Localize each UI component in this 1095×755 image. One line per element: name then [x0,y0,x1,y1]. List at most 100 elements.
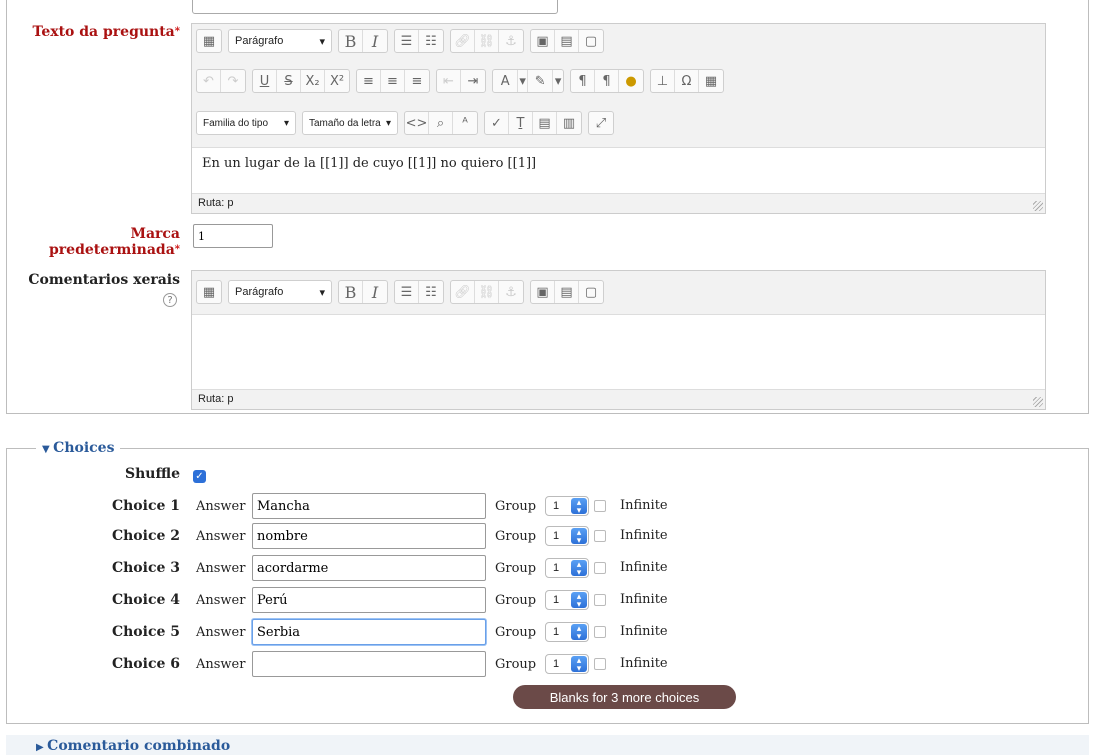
infinite-checkbox[interactable] [594,626,606,638]
link-icon[interactable]: 🔗︎ [451,30,475,52]
unlink-icon[interactable]: ⛓ [475,281,499,303]
chevron-down-icon[interactable]: ▾ [553,70,563,92]
answer-input[interactable] [252,555,486,581]
group-select[interactable]: 1 ▴ ▾ [545,526,589,546]
group-label: Group [495,499,537,514]
italic-icon[interactable]: I [363,30,387,52]
background-color-icon[interactable]: ✎ [528,70,554,92]
shuffle-checkbox[interactable]: ✓ [193,470,206,483]
undo-icon[interactable]: ↶ [197,70,221,92]
anchor-icon[interactable]: ⚓︎ [499,30,523,52]
general-feedback-content[interactable] [192,315,1045,385]
choice-label: Choice 1 [111,498,180,514]
file-manager-icon[interactable]: ▢ [579,281,603,303]
anchor-icon[interactable]: ⚓︎ [499,281,523,303]
paste-word-icon[interactable]: ▥ [557,112,581,134]
bullet-list-icon[interactable]: ☰ [395,30,419,52]
chevron-down-icon: ▾ [319,35,325,48]
resize-grip-icon[interactable] [1033,397,1043,407]
infinite-checkbox[interactable] [594,530,606,542]
format-select[interactable]: Parágrafo ▾ [228,280,332,304]
text-color-icon[interactable]: A [493,70,519,92]
group-select[interactable]: 1 ▴ ▾ [545,558,589,578]
font-family-select[interactable]: Familia do tipo ▾ [196,111,296,135]
align-left-icon[interactable]: ≡ [357,70,381,92]
answer-label: Answer [196,499,246,514]
numbered-list-icon[interactable]: ☷ [419,281,443,303]
answer-label: Answer [196,529,246,544]
infinite-checkbox[interactable] [594,594,606,606]
toolbar-toggle-icon[interactable]: ▦ [197,281,221,303]
answer-input[interactable] [252,587,486,613]
table-icon[interactable]: ▦ [699,70,723,92]
spellcheck-icon[interactable]: ✓ [485,112,509,134]
choices-legend-text: Choices [53,440,115,456]
ltr-icon[interactable]: ¶ [571,70,595,92]
numbered-list-icon[interactable]: ☷ [419,30,443,52]
rtl-icon[interactable]: ¶ [595,70,619,92]
editor-status-bar: Ruta: p [192,389,1045,409]
infinite-checkbox[interactable] [594,562,606,574]
bold-icon[interactable]: B [339,281,363,303]
editor-path: Ruta: p [198,393,234,405]
indent-icon[interactable]: ⇥ [461,70,485,92]
group-select[interactable]: 1 ▴ ▾ [545,496,589,516]
superscript-icon[interactable]: X² [325,70,349,92]
code-icon[interactable]: <> [405,112,429,134]
required-mark: * [174,26,180,37]
answer-input[interactable] [252,493,486,519]
choices-legend[interactable]: ▼ Choices [36,440,121,456]
outdent-icon[interactable]: ⇤ [437,70,461,92]
infinite-checkbox[interactable] [594,658,606,670]
font-size-select[interactable]: Tamaño da letra ▾ [302,111,398,135]
answer-input[interactable] [252,651,486,677]
group-select-value: 1 [553,626,560,638]
group-select[interactable]: 1 ▴ ▾ [545,622,589,642]
format-select[interactable]: Parágrafo ▾ [228,29,332,53]
image-icon[interactable]: ▣ [531,281,555,303]
search-replace-icon[interactable]: ⌕ [429,112,453,134]
more-choices-button[interactable]: Blanks for 3 more choices [513,685,736,709]
help-icon[interactable]: ? [163,293,177,307]
char-map-icon[interactable]: ᴬ [453,112,477,134]
align-center-icon[interactable]: ≡ [381,70,405,92]
media-icon[interactable]: ▤ [555,30,579,52]
question-text-value: En un lugar de la [[1]] de cuyo [[1]] no… [202,156,537,171]
bullet-list-icon[interactable]: ☰ [395,281,419,303]
redo-icon[interactable]: ↷ [221,70,245,92]
fullscreen-icon[interactable]: ⤢ [589,112,613,134]
default-mark-input[interactable] [193,224,273,248]
media-icon[interactable]: ▤ [555,281,579,303]
file-manager-icon[interactable]: ▢ [579,30,603,52]
group-select[interactable]: 1 ▴ ▾ [545,590,589,610]
bold-icon[interactable]: B [339,30,363,52]
format-select-value: Parágrafo [235,35,284,47]
unlink-icon[interactable]: ⛓ [475,30,499,52]
subscript-icon[interactable]: X₂ [301,70,325,92]
align-right-icon[interactable]: ≡ [405,70,429,92]
chevron-down-icon[interactable]: ▾ [518,70,529,92]
toolbar-toggle-icon[interactable]: ▦ [197,30,221,52]
next-section-legend[interactable]: ▶ Comentario combinado [36,738,230,754]
group-select[interactable]: 1 ▴ ▾ [545,654,589,674]
italic-icon[interactable]: I [363,281,387,303]
underline-icon[interactable]: U [253,70,277,92]
omega-icon[interactable]: Ω [675,70,699,92]
insert-equation-icon[interactable]: ⊥ [651,70,675,92]
choice-row: Choice 3 Answer Group 1 ▴▾ Infinite [0,555,1000,583]
link-icon[interactable]: 🔗︎ [451,281,475,303]
answer-input[interactable] [252,523,486,549]
question-text-editor: ▦ Parágrafo ▾ BI ☰ ☷ 🔗︎ ⛓ ⚓︎ ▣ ▤ ▢ ↶ ↷ U S X₂ X² ≡… [191,23,1046,214]
required-mark: * [174,244,180,255]
strikethrough-icon[interactable]: S [277,70,301,92]
question-text-content[interactable]: En un lugar de la [[1]] de cuyo [[1]] no… [192,148,1045,196]
help-badge-icon[interactable]: ● [619,70,643,92]
resize-grip-icon[interactable] [1033,201,1043,211]
clear-format-icon[interactable]: Ṯ [509,112,533,134]
answer-input[interactable] [252,619,486,645]
infinite-label: Infinite [620,498,668,513]
image-icon[interactable]: ▣ [531,30,555,52]
paste-text-icon[interactable]: ▤ [533,112,557,134]
infinite-checkbox[interactable] [594,500,606,512]
name-input-partial[interactable] [192,0,558,14]
